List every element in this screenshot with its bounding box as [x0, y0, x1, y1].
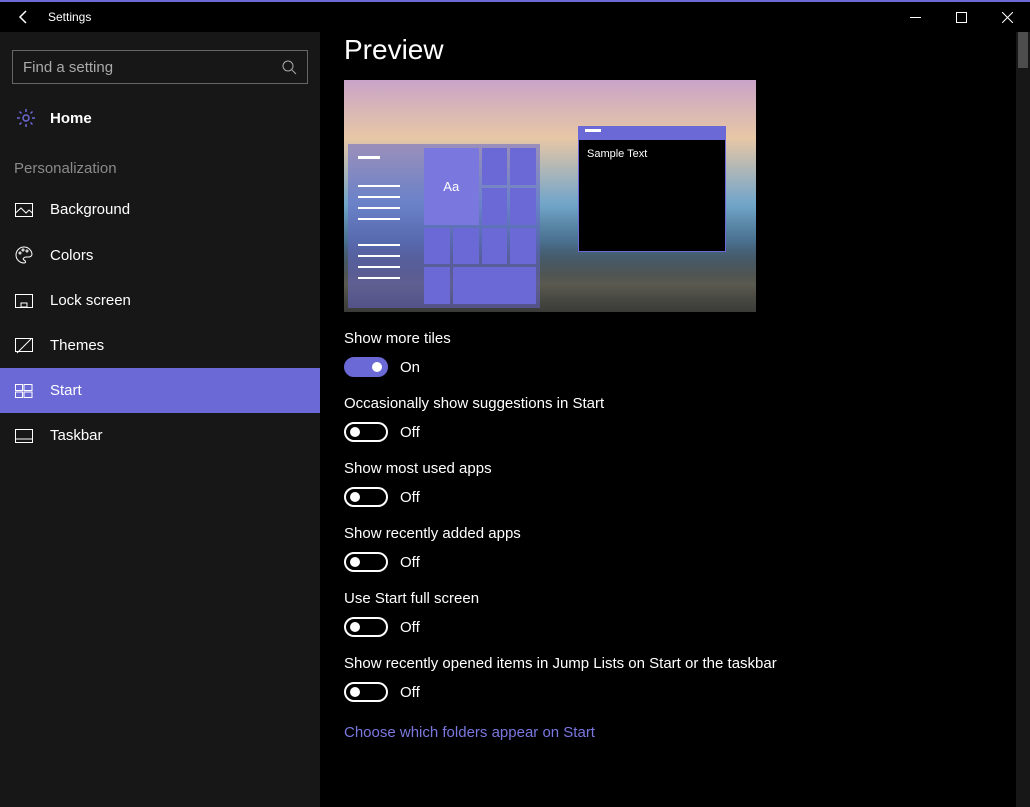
window-title: Settings: [48, 10, 91, 24]
preview-sample-window: Sample Text: [578, 126, 726, 252]
titlebar: Settings: [0, 0, 1030, 32]
nav-home-label: Home: [50, 110, 92, 127]
toggle-state: Off: [400, 684, 420, 701]
themes-icon: [14, 338, 34, 354]
setting-label: Show recently added apps: [344, 525, 1024, 542]
search-placeholder: Find a setting: [23, 59, 281, 76]
search-input[interactable]: Find a setting: [12, 50, 308, 84]
setting-label: Show most used apps: [344, 460, 1024, 477]
toggle-state: On: [400, 359, 420, 376]
nav-taskbar[interactable]: Taskbar: [0, 413, 320, 458]
toggle-state: Off: [400, 424, 420, 441]
toggle-state: Off: [400, 619, 420, 636]
toggle-most-used[interactable]: [344, 487, 388, 507]
nav-item-label: Colors: [50, 247, 93, 264]
search-icon: [281, 59, 297, 75]
nav-home[interactable]: Home: [0, 96, 320, 140]
toggle-show-suggestions[interactable]: [344, 422, 388, 442]
main-content: Preview Aa: [320, 32, 1030, 807]
minimize-button[interactable]: [892, 2, 938, 32]
nav-item-label: Themes: [50, 337, 104, 354]
start-icon: [14, 384, 34, 398]
section-header: Personalization: [0, 140, 320, 187]
nav-item-label: Lock screen: [50, 292, 131, 309]
setting-label: Show more tiles: [344, 330, 1024, 347]
toggle-state: Off: [400, 489, 420, 506]
setting-label: Occasionally show suggestions in Start: [344, 395, 1024, 412]
back-button[interactable]: [0, 2, 48, 32]
toggle-recently-added[interactable]: [344, 552, 388, 572]
toggle-show-more-tiles[interactable]: [344, 357, 388, 377]
nav-item-label: Taskbar: [50, 427, 103, 444]
taskbar-icon: [14, 429, 34, 443]
preview-tile-aa: Aa: [424, 148, 479, 225]
picture-icon: [14, 203, 34, 217]
nav-background[interactable]: Background: [0, 187, 320, 232]
preview-image: Aa Sample Text: [344, 80, 756, 312]
page-heading: Preview: [344, 34, 1024, 66]
sidebar: Find a setting Home Personalization Back…: [0, 32, 320, 807]
gear-icon: [16, 108, 36, 128]
scrollbar-thumb[interactable]: [1018, 32, 1028, 68]
nav-item-label: Background: [50, 201, 130, 218]
toggle-full-screen[interactable]: [344, 617, 388, 637]
nav-start[interactable]: Start: [0, 368, 320, 413]
scrollbar[interactable]: [1016, 32, 1030, 807]
palette-icon: [14, 246, 34, 264]
close-button[interactable]: [984, 2, 1030, 32]
setting-label: Show recently opened items in Jump Lists…: [344, 655, 1024, 672]
nav-colors[interactable]: Colors: [0, 232, 320, 278]
toggle-state: Off: [400, 554, 420, 571]
link-choose-folders[interactable]: Choose which folders appear on Start: [344, 724, 595, 741]
setting-label: Use Start full screen: [344, 590, 1024, 607]
nav-lockscreen[interactable]: Lock screen: [0, 278, 320, 323]
lockscreen-icon: [14, 294, 34, 308]
preview-start-mock: Aa: [348, 144, 540, 308]
nav-item-label: Start: [50, 382, 82, 399]
preview-sample-text: Sample Text: [579, 140, 725, 168]
nav-themes[interactable]: Themes: [0, 323, 320, 368]
maximize-button[interactable]: [938, 2, 984, 32]
toggle-jump-lists[interactable]: [344, 682, 388, 702]
